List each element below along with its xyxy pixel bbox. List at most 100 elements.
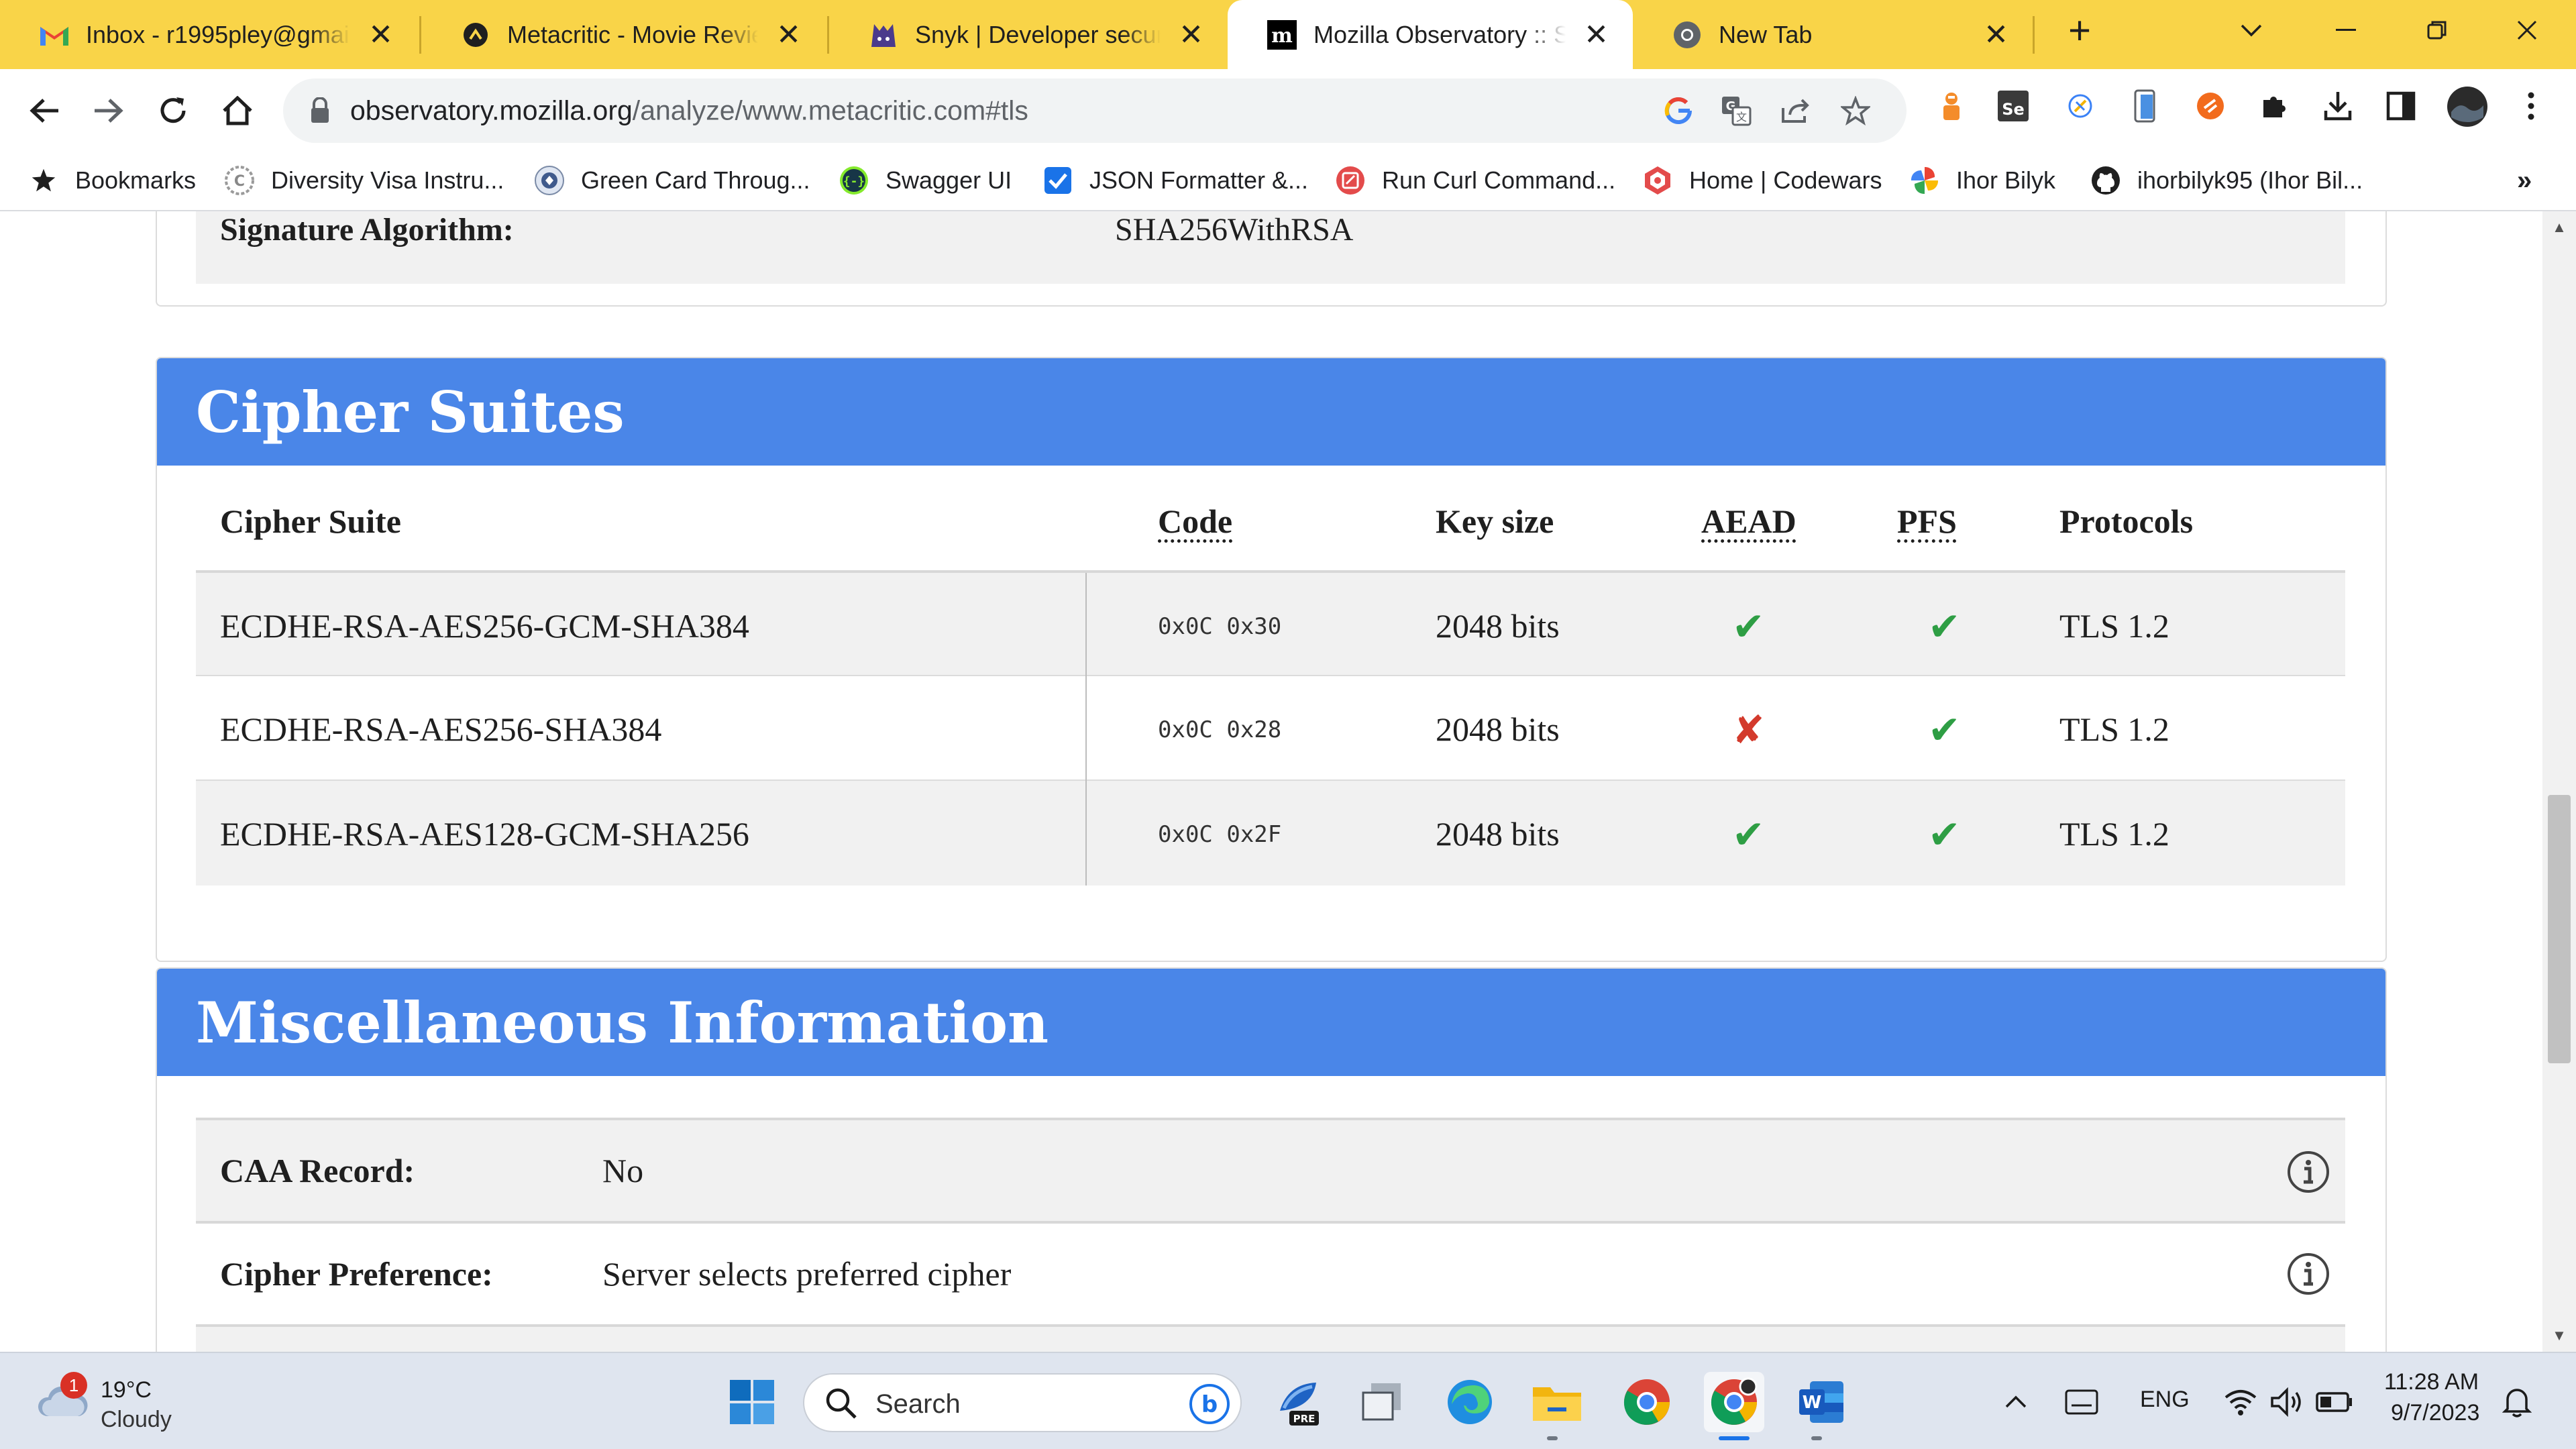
table-row: ECDHE-RSA-AES256-GCM-SHA384 0x0C 0x30 20… [196,573,2345,676]
new-tab-plus-icon[interactable]: + [2053,0,2106,60]
cell-suite: ECDHE-RSA-AES256-SHA384 [220,710,662,748]
edge-icon[interactable] [1440,1372,1500,1432]
google-icon[interactable] [1661,93,1696,128]
column-divider [1085,573,1087,676]
bookmark-codewars[interactable]: Home | Codewars [1642,151,1882,210]
back-arrow-icon[interactable] [19,85,70,136]
file-explorer-icon[interactable] [1527,1372,1587,1432]
bookmark-swagger-ui[interactable]: {-} Swagger UI [839,151,1012,210]
extension-fox-icon[interactable] [1932,87,1971,125]
close-icon[interactable]: ✕ [1584,17,1609,52]
column-divider [1085,676,1087,781]
keyboard-tray-icon[interactable] [2058,1372,2105,1432]
close-icon[interactable]: ✕ [1984,17,2008,52]
row-label: Cipher Preference: [220,1255,493,1293]
lock-icon[interactable] [310,97,330,127]
forward-arrow-icon[interactable] [83,85,134,136]
bookmark-github-ihorbilyk95[interactable]: ihorbilyk95 (Ihor Bil... [2090,151,2363,210]
tab-title: Snyk | Developer security [915,20,1161,48]
reload-icon[interactable] [148,85,199,136]
tab-gmail[interactable]: Inbox - r1995pley@gmail.com ✕ [0,0,417,69]
chrome-taskbar-icon[interactable] [1617,1372,1677,1432]
bookmark-star-icon[interactable] [1838,93,1873,128]
restore-icon[interactable] [2407,0,2467,60]
tab-search-chevron-icon[interactable] [2224,0,2278,60]
scroll-down-arrow-icon[interactable]: ▼ [2542,1322,2576,1349]
close-icon[interactable]: ✕ [776,17,801,52]
scroll-up-arrow-icon[interactable]: ▲ [2542,214,2576,241]
swagger-icon: {-} [839,165,869,196]
svg-text:Se: Se [2002,100,2025,119]
clock-date[interactable]: 9/7/2023 [2391,1400,2479,1426]
bookmark-label: Diversity Visa Instru... [271,166,504,194]
volume-icon[interactable] [2261,1372,2314,1432]
bookmark-label: Home | Codewars [1689,166,1882,194]
weather-widget[interactable]: 1 19°C Cloudy [31,1372,246,1434]
tray-chevron-up-icon[interactable] [1992,1372,2039,1432]
close-icon[interactable]: ✕ [1179,17,1203,52]
battery-icon[interactable] [2308,1372,2361,1432]
profile-avatar[interactable] [2445,84,2490,129]
info-icon[interactable] [2286,1252,2330,1299]
notification-bell-icon[interactable] [2490,1372,2544,1432]
taskbar-search[interactable]: Search b [803,1373,1242,1432]
translate-icon[interactable]: G文 [1719,93,1754,128]
wifi-icon[interactable] [2214,1372,2267,1432]
language-indicator[interactable]: ENG [2140,1387,2190,1413]
cell-suite: ECDHE-RSA-AES128-GCM-SHA256 [220,815,749,853]
col-code[interactable]: Code [1158,502,1232,541]
chrome-icon [1672,19,1703,50]
tab-mozilla-observatory[interactable]: m Mozilla Observatory :: Scan ✕ [1228,0,1633,69]
windows-start-icon[interactable] [722,1372,782,1432]
tab-separator [2033,16,2035,54]
bing-icon[interactable]: b [1188,1383,1231,1429]
bookmarks-overflow-chevron[interactable]: » [2517,151,2532,210]
chrome-taskbar-active-icon[interactable] [1704,1372,1764,1432]
col-pfs[interactable]: PFS [1897,502,1957,541]
cell-keysize: 2048 bits [1436,710,1560,748]
address-bar[interactable]: observatory.mozilla.org/analyze/www.meta… [283,78,1907,143]
cipher-preference-row: Cipher Preference: Server selects prefer… [196,1224,2345,1327]
share-icon[interactable] [1778,93,1813,128]
home-icon[interactable] [212,85,263,136]
url-text[interactable]: observatory.mozilla.org/analyze/www.meta… [350,95,1028,127]
clock-time[interactable]: 11:28 AM [2384,1369,2479,1395]
cell-code: 0x0C 0x30 [1158,613,1282,640]
page-scrollbar[interactable]: ▲ ▼ [2542,211,2576,1352]
extension-compass-icon[interactable] [2061,87,2100,125]
info-icon[interactable] [2286,1150,2330,1197]
col-aead[interactable]: AEAD [1701,502,1796,541]
task-view-icon[interactable] [1352,1372,1413,1432]
row-value: Server selects preferred cipher [602,1255,1012,1293]
download-icon[interactable] [2318,87,2357,125]
extension-device-icon[interactable] [2125,87,2164,125]
bookmark-json-formatter[interactable]: JSON Formatter &... [1042,151,1308,210]
tab-new-tab[interactable]: New Tab ✕ [1633,0,2033,69]
aead-check-icon: ✔ [1732,812,1765,857]
star-icon [28,165,59,196]
bookmark-diversity-visa[interactable]: C Diversity Visa Instru... [224,151,504,210]
minimize-icon[interactable] [2316,0,2376,60]
extension-orange-icon[interactable] [2191,87,2230,125]
word-icon[interactable]: W [1791,1372,1851,1432]
extensions-puzzle-icon[interactable] [2255,87,2294,125]
selenium-extension-icon[interactable]: Se [1994,87,2033,125]
bookmark-green-card[interactable]: Green Card Throug... [534,151,810,210]
scrollbar-thumb[interactable] [2548,795,2571,1063]
svg-text:C: C [234,173,245,190]
tab-snyk[interactable]: Snyk | Developer security ✕ [829,0,1228,69]
tab-metacritic[interactable]: Metacritic - Movie Reviews ✕ [421,0,825,69]
bookmark-run-curl[interactable]: Run Curl Command... [1335,151,1615,210]
bookmark-ihor-bilyk[interactable]: Ihor Bilyk [1909,151,2055,210]
chrome-menu-icon[interactable] [2512,87,2551,125]
close-icon[interactable]: ✕ [368,17,393,52]
bookmark-label: ihorbilyk95 (Ihor Bil... [2137,166,2363,194]
cell-protocols: TLS 1.2 [2059,607,2169,645]
svg-text:{-}: {-} [843,174,865,189]
store-preview-icon[interactable]: PRE [1268,1372,1328,1432]
bookmarks-button[interactable]: Bookmarks [28,151,196,210]
window-close-icon[interactable] [2497,0,2557,60]
windows-taskbar: 1 19°C Cloudy Search b PRE W ENG 11:28 A… [0,1352,2576,1449]
svg-text:b: b [1201,1391,1218,1418]
side-panel-icon[interactable] [2381,87,2420,125]
